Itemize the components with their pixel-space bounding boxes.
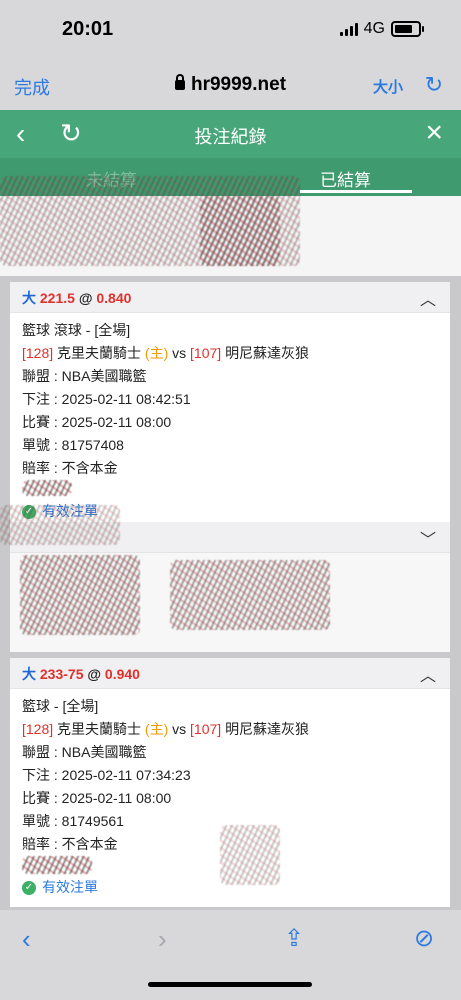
reload-icon[interactable]: ↻: [425, 72, 443, 98]
bet-type: 大: [22, 290, 36, 306]
vs-label: vs: [172, 345, 187, 361]
ticket-line: 單號 : 81757408: [22, 437, 124, 453]
sport-line: 籃球 - [全場]: [22, 698, 99, 714]
app-header: ‹ ↻ 投注紀錄 ×: [0, 110, 461, 158]
close-icon[interactable]: ×: [425, 116, 443, 150]
match-line: 比賽 : 2025-02-11 08:00: [22, 790, 172, 806]
bet-odds: 0.940: [104, 666, 140, 682]
status-label: 有效注單: [42, 879, 98, 895]
redaction-scribble: [200, 196, 280, 266]
redacted-line: [22, 480, 438, 498]
away-id: [107]: [190, 721, 222, 737]
page-title: 投注紀錄: [194, 127, 267, 147]
bet-card-header[interactable]: 大 233-75 @ 0.940 ︿: [10, 658, 450, 689]
bet-odds: 0.840: [96, 290, 132, 306]
bet-at: @: [78, 290, 93, 306]
bet-card: 大 221.5 @ 0.840 ︿ 籃球 滾球 - [全場] [128] 克里夫…: [10, 282, 450, 531]
home-id: [128]: [22, 345, 54, 361]
back-nav-icon[interactable]: ‹: [22, 924, 31, 955]
home-team: 克里夫蘭騎士: [57, 345, 142, 361]
placed-line: 下注 : 2025-02-11 08:42:51: [22, 391, 191, 407]
league-line: 聯盟 : NBA美國職籃: [22, 368, 147, 384]
share-icon[interactable]: ⇪: [284, 924, 304, 953]
tab-indicator: [300, 190, 412, 193]
forward-nav-icon[interactable]: ›: [158, 924, 167, 955]
bet-line: 221.5: [39, 290, 75, 306]
browser-bar: 完成 hr9999.net 大小 ↻: [0, 62, 461, 110]
away-team: 明尼蘇達灰狼: [225, 721, 310, 737]
status-icons: 4G: [339, 20, 424, 38]
bet-summary: 大 233-75 @ 0.940: [22, 664, 140, 684]
home-tag: (主): [144, 345, 169, 361]
match-line: 比賽 : 2025-02-11 08:00: [22, 414, 172, 430]
matchup-line: [128] 克里夫蘭騎士 (主) vs [107] 明尼蘇達灰狼: [22, 718, 438, 741]
placed-line: 下注 : 2025-02-11 07:34:23: [22, 767, 191, 783]
chevron-up-icon[interactable]: ︿: [420, 662, 436, 686]
bet-card-header[interactable]: 大 221.5 @ 0.840 ︿: [10, 282, 450, 313]
away-team: 明尼蘇達灰狼: [225, 345, 310, 361]
home-indicator: [148, 982, 312, 987]
tab-settled[interactable]: 已結算: [320, 166, 371, 191]
bet-summary: 大 221.5 @ 0.840: [22, 288, 131, 308]
status-bar: 20:01 4G: [0, 0, 461, 62]
redaction-scribble: [220, 825, 280, 885]
status-time: 20:01: [62, 18, 114, 40]
payout-line: 賠率 : 不含本金: [22, 460, 118, 476]
bet-card-body: 籃球 滾球 - [全場] [128] 克里夫蘭騎士 (主) vs [107] 明…: [10, 313, 450, 531]
redaction-scribble: [20, 555, 140, 635]
sport-line: 籃球 滾球 - [全場]: [22, 322, 131, 338]
compass-icon[interactable]: ⊘: [414, 924, 434, 953]
redaction-scribble: [0, 505, 120, 545]
battery-icon: [391, 21, 424, 37]
url-text: hr9999.net: [190, 74, 287, 95]
away-id: [107]: [190, 345, 222, 361]
signal-icon: [339, 22, 358, 36]
bet-line: 233-75: [39, 666, 84, 682]
vs-label: vs: [172, 721, 187, 737]
home-tag: (主): [144, 721, 169, 737]
chevron-up-icon[interactable]: ︿: [420, 286, 436, 310]
redaction-scribble: [22, 856, 92, 874]
lock-icon: [174, 74, 185, 90]
redaction-scribble: [170, 560, 330, 630]
redaction-scribble: [22, 480, 72, 496]
league-line: 聯盟 : NBA美國職籃: [22, 744, 147, 760]
matchup-line: [128] 克里夫蘭騎士 (主) vs [107] 明尼蘇達灰狼: [22, 342, 438, 365]
home-team: 克里夫蘭騎士: [57, 721, 142, 737]
home-id: [128]: [22, 721, 54, 737]
text-size-button[interactable]: 大小: [373, 76, 403, 97]
bet-at: @: [87, 666, 102, 682]
bet-type: 大: [22, 666, 36, 682]
chevron-down-icon[interactable]: ﹀: [420, 526, 436, 550]
check-icon: ✓: [22, 880, 36, 895]
network-label: 4G: [363, 20, 385, 37]
